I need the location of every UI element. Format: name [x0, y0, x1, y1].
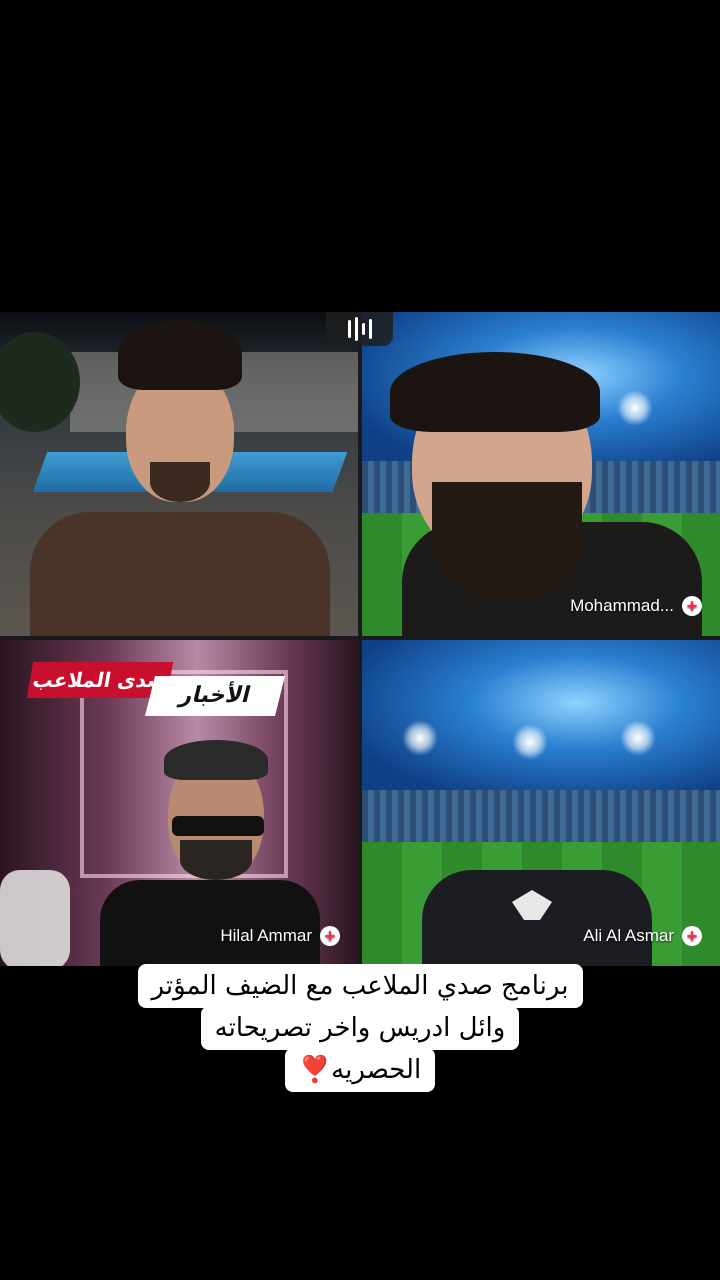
participant-tile-1[interactable]: [0, 312, 358, 636]
follow-plus-icon[interactable]: +: [320, 926, 340, 946]
participant-name-tag: Ali Al Asmar +: [583, 926, 702, 946]
participant-tile-2[interactable]: Mohammad... +: [362, 312, 720, 636]
participant-name: Mohammad...: [570, 596, 674, 615]
caption-overlay: برنامج صدي الملاعب مع الضيف المؤتر وائل …: [0, 964, 720, 1092]
participant-tile-3[interactable]: صدى الملاعب الأخبار Hilal Ammar +: [0, 640, 358, 966]
participant-name-tag: Hilal Ammar +: [220, 926, 340, 946]
participant-name: Ali Al Asmar: [583, 926, 674, 945]
sunglasses: [172, 816, 264, 836]
news-badge-white: الأخبار: [145, 676, 285, 716]
audio-indicator[interactable]: [326, 312, 393, 346]
video-grid: Mohammad... + صدى الملاعب الأخبار Hilal …: [0, 312, 720, 966]
participant-tile-4[interactable]: Ali Al Asmar +: [362, 640, 720, 966]
participant-name-tag: Mohammad... +: [570, 596, 702, 616]
caption-line-2: وائل ادريس واخر تصريحاته: [200, 1006, 520, 1050]
news-badge-logo: صدى الملاعب الأخبار: [26, 662, 290, 718]
audio-bars-icon: [347, 320, 351, 338]
follow-plus-icon[interactable]: +: [682, 596, 702, 616]
caption-line-3: الحصريه❣️: [284, 1048, 436, 1092]
participant-name: Hilal Ammar: [220, 926, 312, 945]
follow-plus-icon[interactable]: +: [682, 926, 702, 946]
caption-line-1: برنامج صدي الملاعب مع الضيف المؤتر: [137, 964, 583, 1008]
